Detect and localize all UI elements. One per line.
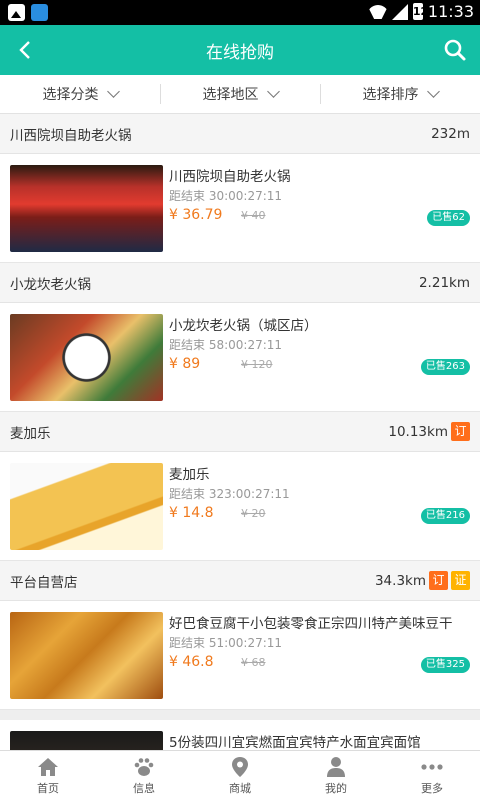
deal-price: ¥ 46.8 bbox=[169, 654, 214, 670]
shop-distance: 10.13km bbox=[388, 423, 448, 440]
deal-price: ¥ 14.8 bbox=[169, 505, 214, 521]
filter-bar: 选择分类 选择地区 选择排序 bbox=[0, 75, 480, 114]
tab-label: 信息 bbox=[133, 782, 155, 795]
deal-item[interactable]: 麦加乐 距结束 323:00:27:11 ¥ 14.8 ¥ 20 已售216 bbox=[0, 452, 480, 561]
search-button[interactable] bbox=[442, 37, 468, 63]
tab-mine[interactable]: 我的 bbox=[288, 751, 384, 801]
shop-name: 麦加乐 bbox=[10, 425, 51, 442]
shop-header[interactable]: 川西院坝自助老火锅 232m bbox=[0, 114, 480, 154]
deal-image bbox=[10, 731, 163, 750]
certified-badge: 证 bbox=[451, 571, 470, 590]
deal-image bbox=[10, 612, 163, 699]
gallery-notification-icon bbox=[8, 4, 25, 21]
deal-name: 5份装四川宜宾燃面宜宾特产水面宜宾面馆 bbox=[169, 735, 421, 750]
shop-name: 小龙坎老火锅 bbox=[10, 276, 91, 293]
sold-badge: 已售325 bbox=[420, 657, 470, 673]
shop-distance: 232m bbox=[431, 125, 470, 142]
filter-sort[interactable]: 选择排序 bbox=[320, 75, 480, 113]
signal-icon bbox=[391, 3, 408, 20]
deal-original-price: ¥ 40 bbox=[241, 209, 266, 222]
user-icon bbox=[327, 757, 345, 777]
battery-icon: 12 bbox=[412, 3, 429, 20]
deal-image bbox=[10, 314, 163, 401]
filter-region[interactable]: 选择地区 bbox=[160, 75, 320, 113]
tab-home[interactable]: 首页 bbox=[0, 751, 96, 801]
shop-header[interactable]: 平台自营店 34.3km 订 证 bbox=[0, 561, 480, 601]
deal-image bbox=[10, 463, 163, 550]
tab-more[interactable]: 更多 bbox=[384, 751, 480, 801]
more-icon bbox=[421, 764, 443, 770]
deal-item[interactable]: 好巴食豆腐干小包装零食正宗四川特产美味豆干 距结束 51:00:27:11 ¥ … bbox=[0, 601, 480, 710]
tab-info[interactable]: 信息 bbox=[96, 751, 192, 801]
deal-original-price: ¥ 120 bbox=[241, 358, 273, 371]
shop-name: 川西院坝自助老火锅 bbox=[10, 127, 132, 144]
tab-label: 更多 bbox=[421, 782, 443, 795]
paw-icon bbox=[134, 758, 154, 776]
filter-label: 选择地区 bbox=[202, 87, 259, 103]
shop-header[interactable]: 小龙坎老火锅 2.21km bbox=[0, 263, 480, 303]
chevron-down-icon bbox=[106, 85, 120, 98]
sold-badge: 已售263 bbox=[420, 359, 470, 375]
shop-distance: 34.3km bbox=[374, 572, 426, 589]
tab-label: 商城 bbox=[229, 782, 251, 795]
home-icon bbox=[38, 758, 58, 776]
page-title: 在线抢购 bbox=[206, 43, 274, 63]
deal-countdown: 距结束 323:00:27:11 bbox=[169, 487, 290, 501]
deal-price: ¥ 36.79 bbox=[169, 207, 223, 223]
deal-original-price: ¥ 68 bbox=[241, 656, 266, 669]
deal-item[interactable]: 川西院坝自助老火锅 距结束 30:00:27:11 ¥ 36.79 ¥ 40 已… bbox=[0, 154, 480, 263]
reservation-badge: 订 bbox=[429, 571, 448, 590]
deal-countdown: 距结束 51:00:27:11 bbox=[169, 636, 283, 650]
deal-original-price: ¥ 20 bbox=[241, 507, 266, 520]
deal-name: 川西院坝自助老火锅 bbox=[169, 169, 291, 185]
location-pin-icon bbox=[232, 757, 248, 777]
deal-countdown: 距结束 30:00:27:11 bbox=[169, 189, 283, 203]
filter-label: 选择分类 bbox=[42, 87, 99, 103]
deal-list[interactable]: 川西院坝自助老火锅 232m 川西院坝自助老火锅 距结束 30:00:27:11… bbox=[0, 114, 480, 750]
deal-image bbox=[10, 165, 163, 252]
deal-countdown: 距结束 58:00:27:11 bbox=[169, 338, 283, 352]
deal-name: 好巴食豆腐干小包装零食正宗四川特产美味豆干 bbox=[169, 616, 453, 632]
app-header: 在线抢购 bbox=[0, 25, 480, 75]
deal-name: 麦加乐 bbox=[169, 467, 210, 483]
deal-item[interactable]: 5份装四川宜宾燃面宜宾特产水面宜宾面馆 bbox=[0, 720, 480, 750]
tab-mall[interactable]: 商城 bbox=[192, 751, 288, 801]
filter-label: 选择排序 bbox=[362, 87, 419, 103]
shop-name: 平台自营店 bbox=[10, 574, 78, 591]
tab-label: 首页 bbox=[37, 782, 59, 795]
search-icon bbox=[444, 39, 466, 61]
chevron-down-icon bbox=[266, 85, 280, 98]
shop-header[interactable]: 麦加乐 10.13km 订 bbox=[0, 412, 480, 452]
tab-label: 我的 bbox=[325, 782, 347, 795]
filter-category[interactable]: 选择分类 bbox=[0, 75, 160, 113]
status-bar: 12 11:33 bbox=[0, 0, 480, 25]
wifi-icon bbox=[369, 5, 387, 19]
sold-badge: 已售216 bbox=[420, 508, 470, 524]
chevron-down-icon bbox=[426, 85, 440, 98]
deal-name: 小龙坎老火锅（城区店） bbox=[169, 318, 318, 334]
sold-badge: 已售62 bbox=[427, 210, 470, 226]
status-time: 11:33 bbox=[427, 2, 474, 21]
reservation-badge: 订 bbox=[451, 422, 470, 441]
deal-item[interactable]: 小龙坎老火锅（城区店） 距结束 58:00:27:11 ¥ 89 ¥ 120 已… bbox=[0, 303, 480, 412]
bottom-tab-bar: 首页 信息 商城 我的 更多 bbox=[0, 750, 480, 801]
deal-price: ¥ 89 bbox=[169, 356, 201, 372]
shop-distance: 2.21km bbox=[418, 274, 470, 291]
app-notification-icon bbox=[31, 4, 48, 21]
